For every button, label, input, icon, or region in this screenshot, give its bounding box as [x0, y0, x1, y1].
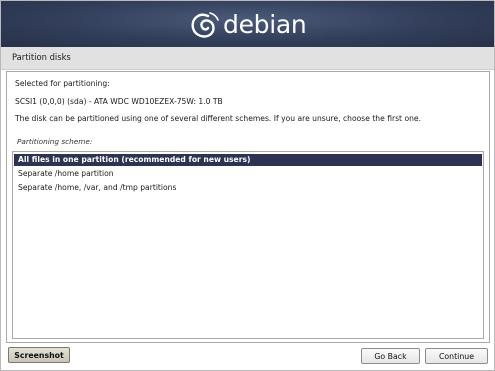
page-header: Partition disks — [1, 47, 494, 70]
content-panel: Selected for partitioning: SCSI1 (0,0,0)… — [6, 71, 490, 343]
debian-wordmark: debian — [223, 10, 307, 39]
list-item[interactable]: All files in one partition (recommended … — [14, 154, 482, 166]
partitioning-scheme-list[interactable]: All files in one partition (recommended … — [12, 151, 484, 339]
list-item[interactable]: Separate /home, /var, and /tmp partition… — [14, 182, 482, 194]
debian-logo: debian — [187, 5, 317, 45]
continue-button[interactable]: Continue — [425, 348, 488, 364]
go-back-button[interactable]: Go Back — [361, 348, 420, 364]
debian-banner: debian — [1, 1, 494, 47]
scheme-description: The disk can be partitioned using one of… — [15, 114, 421, 123]
page-title: Partition disks — [12, 52, 71, 62]
list-item[interactable]: Separate /home partition — [14, 168, 482, 180]
debian-swirl-icon — [191, 12, 219, 38]
partitioning-scheme-label: Partitioning scheme: — [17, 137, 93, 146]
screenshot-button[interactable]: Screenshot — [8, 347, 70, 363]
disk-description: SCSI1 (0,0,0) (sda) - ATA WDC WD10EZEX-7… — [15, 97, 223, 106]
selected-label: Selected for partitioning: — [15, 79, 110, 88]
